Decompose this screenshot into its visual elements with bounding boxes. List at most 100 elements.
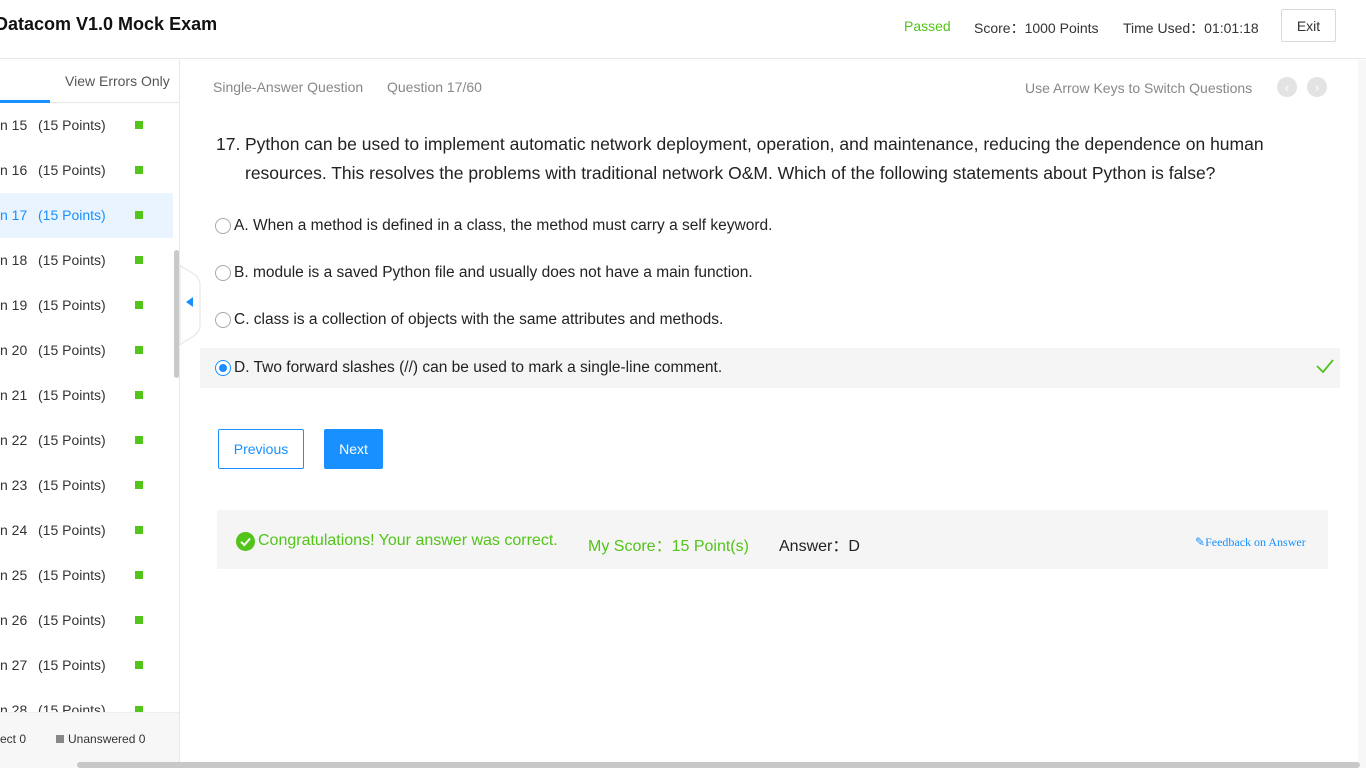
question-points: (15 Points)	[38, 657, 106, 673]
sidebar-question-item[interactable]: n 20 (15 Points)	[0, 328, 173, 373]
sidebar-question-item[interactable]: n 19 (15 Points)	[0, 283, 173, 328]
my-score: My Score：15 Point(s)	[588, 538, 749, 555]
correct-status-icon	[135, 121, 143, 129]
sidebar-question-item[interactable]: n 15 (15 Points)	[0, 103, 173, 148]
feedback-link[interactable]: ✎Feedback on Answer	[1195, 535, 1306, 550]
correct-status-icon	[135, 346, 143, 354]
question-number-label: n 24	[0, 522, 28, 538]
question-points: (15 Points)	[38, 477, 106, 493]
sidebar-question-item[interactable]: n 16 (15 Points)	[0, 148, 173, 193]
correct-status-icon	[135, 256, 143, 264]
correct-status-icon	[135, 526, 143, 534]
previous-question-icon[interactable]: ‹	[1277, 77, 1297, 97]
question-number-label: n 20	[0, 342, 28, 358]
question-list: n 15 (15 Points) n 16 (15 Points) n 17 (15 Po…	[0, 103, 173, 733]
next-question-icon[interactable]: ›	[1307, 77, 1327, 97]
option-text: C. class is a collection of objects with…	[234, 311, 724, 328]
correct-status-icon	[135, 571, 143, 579]
question-stem: 17. Python can be used to implement auto…	[216, 130, 1326, 188]
question-index: Question 17/60	[387, 79, 482, 95]
sidebar-question-item[interactable]: n 22 (15 Points)	[0, 418, 173, 463]
correct-check-icon	[1316, 359, 1334, 374]
option-radio[interactable]	[215, 312, 231, 328]
sidebar-question-item[interactable]: n 24 (15 Points)	[0, 508, 173, 553]
question-number: 17.	[216, 134, 241, 154]
horizontal-scrollbar[interactable]	[77, 762, 1360, 768]
question-number-label: n 19	[0, 297, 28, 313]
collapse-sidebar-button[interactable]	[180, 265, 202, 345]
sidebar-legend: ect 0 Unanswered 0	[0, 712, 179, 768]
question-points: (15 Points)	[38, 117, 106, 133]
result-message: Congratulations! Your answer was correct…	[258, 532, 558, 549]
question-number-label: n 22	[0, 432, 28, 448]
answer-option[interactable]: A. When a method is defined in a class, …	[200, 206, 1340, 246]
sidebar-question-item[interactable]: n 18 (15 Points)	[0, 238, 173, 283]
correct-status-icon	[135, 481, 143, 489]
correct-status-icon	[135, 436, 143, 444]
page-scrollbar[interactable]	[1358, 60, 1366, 768]
feedback-label: Feedback on Answer	[1205, 535, 1306, 549]
question-points: (15 Points)	[38, 612, 106, 628]
question-number-label: n 17	[0, 207, 28, 223]
top-bar: Datacom V1.0 Mock Exam Passed Score：1000…	[0, 0, 1366, 59]
question-points: (15 Points)	[38, 432, 106, 448]
sidebar-question-item[interactable]: n 27 (15 Points)	[0, 643, 173, 688]
time-used: Time Used：01:01:18	[1123, 20, 1259, 36]
status-badge: Passed	[904, 18, 951, 34]
question-sidebar: View Errors Only n 15 (15 Points) n 16 (15 …	[0, 60, 180, 768]
arrow-keys-hint: Use Arrow Keys to Switch Questions	[1025, 80, 1253, 96]
check-circle-icon	[236, 532, 255, 551]
question-text: Python can be used to implement automati…	[245, 134, 1264, 183]
total-score: Score：1000 Points	[974, 20, 1099, 36]
legend-unanswered: Unanswered 0	[56, 732, 145, 746]
question-points: (15 Points)	[38, 162, 106, 178]
option-text: B. module is a saved Python file and usu…	[234, 264, 753, 281]
question-number-label: n 15	[0, 117, 28, 133]
question-points: (15 Points)	[38, 297, 106, 313]
question-points: (15 Points)	[38, 252, 106, 268]
option-text: A. When a method is defined in a class, …	[234, 217, 773, 234]
option-radio[interactable]	[215, 218, 231, 234]
sidebar-question-item[interactable]: n 21 (15 Points)	[0, 373, 173, 418]
edit-icon: ✎	[1195, 535, 1206, 549]
correct-answer: Answer：D	[779, 538, 860, 555]
question-points: (15 Points)	[38, 567, 106, 583]
question-number-label: n 16	[0, 162, 28, 178]
question-number-label: n 25	[0, 567, 28, 583]
question-number-label: n 27	[0, 657, 28, 673]
sidebar-question-item[interactable]: n 25 (15 Points)	[0, 553, 173, 598]
correct-status-icon	[135, 391, 143, 399]
tab-view-errors-only[interactable]: View Errors Only	[65, 73, 170, 89]
result-panel: Congratulations! Your answer was correct…	[217, 510, 1328, 569]
sidebar-question-item[interactable]: n 17 (15 Points)	[0, 193, 173, 238]
question-number-label: n 18	[0, 252, 28, 268]
question-number-label: n 21	[0, 387, 28, 403]
correct-status-icon	[135, 301, 143, 309]
correct-status-icon	[135, 166, 143, 174]
collapse-tab-icon	[180, 265, 201, 345]
sidebar-question-item[interactable]: n 26 (15 Points)	[0, 598, 173, 643]
option-radio[interactable]	[215, 265, 231, 281]
next-button[interactable]: Next	[324, 429, 383, 469]
sidebar-tabs: View Errors Only	[0, 60, 179, 103]
answer-option[interactable]: D. Two forward slashes (//) can be used …	[200, 348, 1340, 388]
legend-correct: ect 0	[0, 732, 27, 746]
option-radio[interactable]	[215, 360, 231, 376]
correct-status-icon	[135, 661, 143, 669]
question-points: (15 Points)	[38, 207, 106, 223]
sidebar-question-item[interactable]: n 23 (15 Points)	[0, 463, 173, 508]
question-type: Single-Answer Question	[213, 79, 364, 95]
question-points: (15 Points)	[38, 522, 106, 538]
answer-option[interactable]: C. class is a collection of objects with…	[200, 300, 1340, 340]
option-text: D. Two forward slashes (//) can be used …	[234, 359, 723, 376]
sidebar-scrollbar[interactable]	[174, 250, 179, 378]
unanswered-marker-icon	[56, 735, 64, 743]
question-points: (15 Points)	[38, 387, 106, 403]
correct-status-icon	[135, 616, 143, 624]
question-number-label: n 26	[0, 612, 28, 628]
previous-button[interactable]: Previous	[218, 429, 304, 469]
legend-unanswered-label: Unanswered 0	[68, 732, 146, 746]
answer-option[interactable]: B. module is a saved Python file and usu…	[200, 253, 1340, 293]
correct-status-icon	[135, 211, 143, 219]
exit-button[interactable]: Exit	[1281, 9, 1336, 42]
